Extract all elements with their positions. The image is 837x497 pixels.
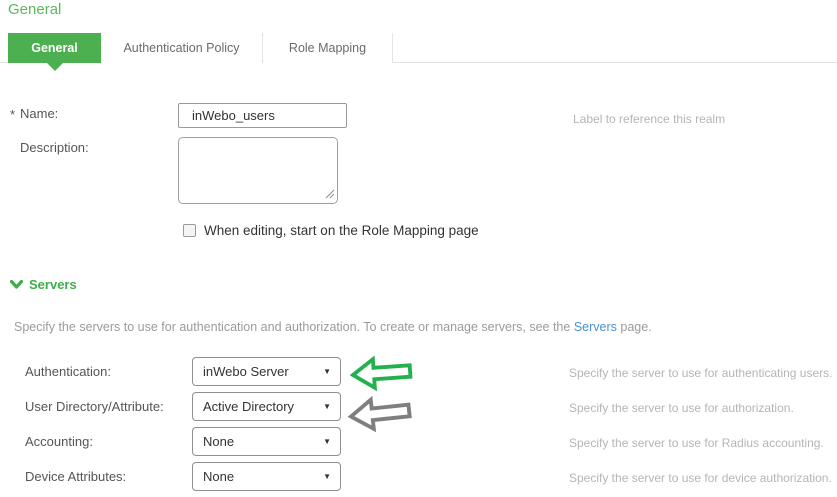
servers-intro-text: Specify the servers to use for authentic… [14, 320, 714, 334]
caret-down-icon: ▼ [323, 437, 331, 447]
user-directory-label: User Directory/Attribute: [25, 399, 164, 414]
intro-text-after: page. [617, 320, 652, 334]
name-input[interactable] [178, 103, 347, 128]
description-field-label: Description: [20, 140, 89, 155]
green-left-arrow-annotation [349, 352, 414, 394]
start-on-role-mapping-checkbox[interactable] [183, 224, 196, 237]
device-attributes-label: Device Attributes: [25, 469, 126, 484]
caret-down-icon: ▼ [323, 472, 331, 482]
tab-role-mapping[interactable]: Role Mapping [263, 33, 393, 63]
accounting-label: Accounting: [25, 434, 93, 449]
gray-left-arrow-annotation [345, 392, 415, 436]
chevron-down-icon[interactable] [10, 280, 23, 290]
start-on-role-mapping-label: When editing, start on the Role Mapping … [204, 223, 479, 238]
tab-authentication-policy[interactable]: Authentication Policy [101, 33, 263, 63]
user-directory-select-value: Active Directory [203, 393, 294, 420]
caret-down-icon: ▼ [323, 402, 331, 412]
description-field [178, 137, 338, 204]
description-textarea[interactable] [178, 137, 338, 204]
device-attributes-select-value: None [203, 463, 234, 490]
intro-text-before: Specify the servers to use for authentic… [14, 320, 574, 334]
device-attributes-hint: Specify the server to use for device aut… [569, 471, 832, 485]
accounting-hint: Specify the server to use for Radius acc… [569, 436, 824, 450]
active-tab-notch [47, 63, 63, 71]
authentication-select[interactable]: inWebo Server ▼ [192, 357, 341, 386]
authentication-select-value: inWebo Server [203, 358, 289, 385]
accounting-select-value: None [203, 428, 234, 455]
user-directory-hint: Specify the server to use for authorizat… [569, 401, 794, 415]
authentication-label: Authentication: [25, 364, 111, 379]
tab-bar: General Authentication Policy Role Mappi… [0, 33, 837, 63]
page-title: General [8, 1, 61, 18]
caret-down-icon: ▼ [323, 367, 331, 377]
user-directory-select[interactable]: Active Directory ▼ [192, 392, 341, 421]
authentication-hint: Specify the server to use for authentica… [569, 366, 832, 380]
required-marker: * [10, 107, 15, 122]
accounting-select[interactable]: None ▼ [192, 427, 341, 456]
name-field-label: Name: [20, 106, 58, 121]
device-attributes-select[interactable]: None ▼ [192, 462, 341, 491]
realm-general-page: General General Authentication Policy Ro… [0, 0, 837, 497]
servers-page-link[interactable]: Servers [574, 320, 617, 334]
tab-general[interactable]: General [8, 33, 101, 63]
name-field-hint: Label to reference this realm [573, 112, 725, 126]
servers-section-header[interactable]: Servers [29, 277, 77, 292]
